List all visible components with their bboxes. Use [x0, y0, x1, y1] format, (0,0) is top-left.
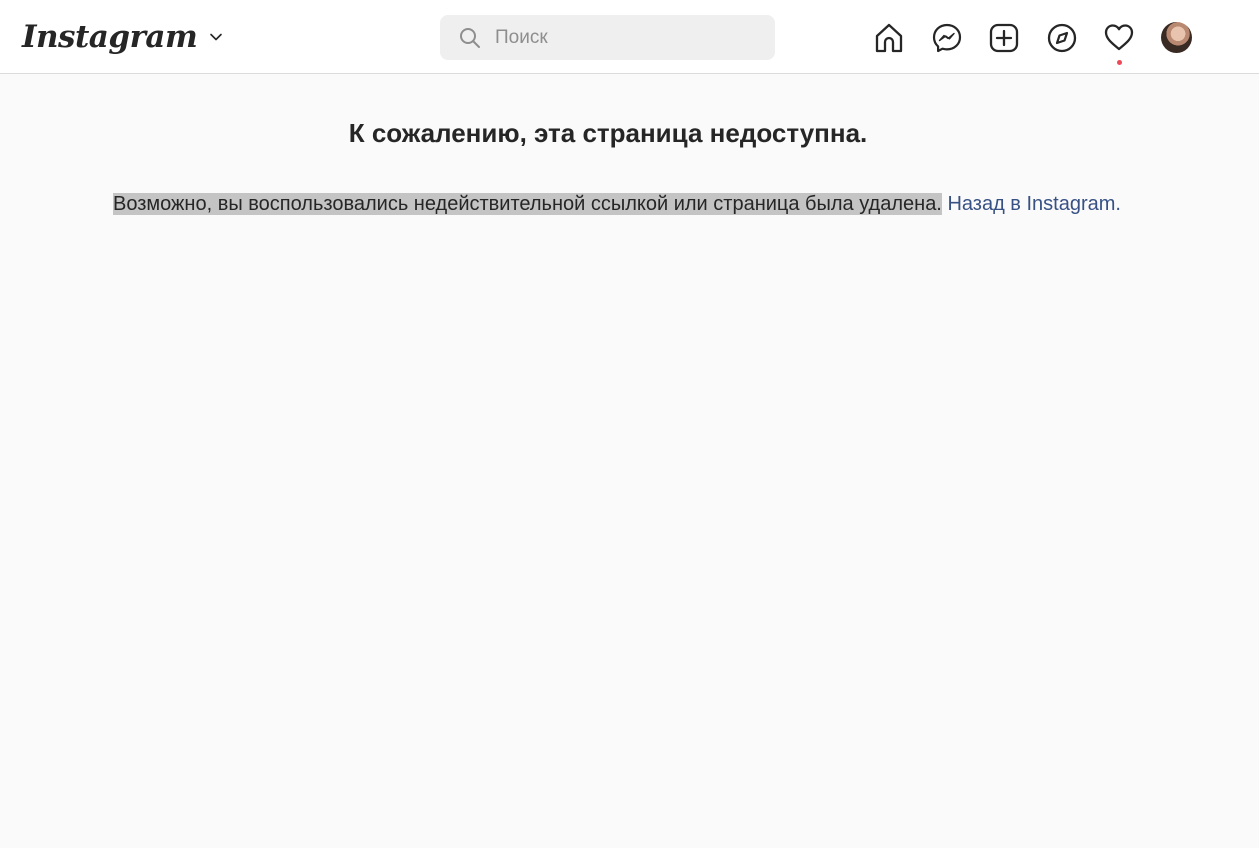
- account-switcher[interactable]: Instagram: [22, 14, 223, 60]
- activity-heart-icon[interactable]: [1103, 22, 1135, 54]
- explore-icon[interactable]: [1046, 22, 1078, 54]
- chevron-down-icon[interactable]: [209, 30, 223, 44]
- error-description: Возможно, вы воспользовались недействите…: [113, 193, 942, 215]
- back-to-instagram-link[interactable]: Назад в Instagram.: [947, 193, 1121, 215]
- profile-avatar[interactable]: [1161, 22, 1192, 53]
- page-title: К сожалению, эта страница недоступна.: [348, 118, 868, 148]
- instagram-logo[interactable]: Instagram: [22, 14, 198, 60]
- error-message: Возможно, вы воспользовались недействите…: [113, 190, 1121, 218]
- messenger-icon[interactable]: [931, 22, 963, 54]
- search-box[interactable]: [440, 15, 775, 60]
- notification-dot: [1117, 60, 1122, 65]
- home-icon[interactable]: [873, 22, 905, 54]
- search-input[interactable]: [495, 26, 745, 49]
- new-post-icon[interactable]: [988, 22, 1020, 54]
- search-icon: [459, 27, 481, 49]
- top-navigation-bar: Instagram: [0, 0, 1259, 74]
